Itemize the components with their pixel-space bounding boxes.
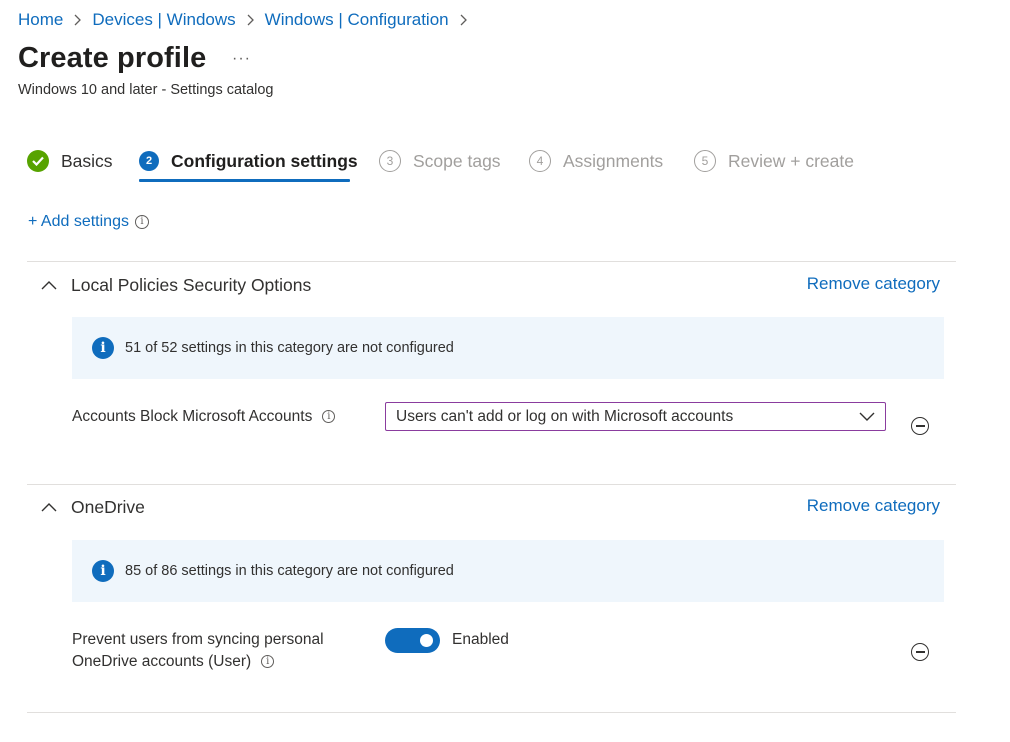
- chevron-down-icon: [859, 412, 875, 421]
- remove-category-button[interactable]: Remove category: [807, 496, 940, 516]
- remove-category-button[interactable]: Remove category: [807, 274, 940, 294]
- chevron-right-icon: [74, 14, 82, 26]
- toggle-state-label: Enabled: [452, 631, 509, 648]
- step-scope-tags[interactable]: 3 Scope tags: [379, 146, 501, 176]
- step-basics[interactable]: Basics: [27, 146, 113, 176]
- divider: [27, 484, 956, 485]
- chevron-up-icon: [41, 281, 57, 290]
- info-icon: i: [92, 337, 114, 359]
- breadcrumb-devices-windows[interactable]: Devices | Windows: [92, 10, 235, 30]
- category-name: OneDrive: [71, 496, 145, 517]
- page-subtitle: Windows 10 and later - Settings catalog: [18, 82, 274, 98]
- step-number: 2: [139, 151, 159, 171]
- divider: [27, 261, 956, 262]
- step-assignments[interactable]: 4 Assignments: [529, 146, 663, 176]
- dropdown-value: Users can't add or log on with Microsoft…: [396, 407, 734, 425]
- step-configuration-settings[interactable]: 2 Configuration settings: [139, 146, 358, 176]
- setting-label: Accounts Block Microsoft Accounts i: [72, 406, 336, 428]
- setting-label-line2: OneDrive accounts (User): [72, 653, 252, 670]
- step-review-create[interactable]: 5 Review + create: [694, 146, 854, 176]
- chevron-up-icon: [41, 503, 57, 512]
- active-step-underline: [139, 179, 350, 182]
- info-icon[interactable]: i: [134, 215, 149, 229]
- step-label: Scope tags: [413, 150, 501, 171]
- setting-label-line1: Prevent users from syncing personal: [72, 631, 324, 648]
- setting-label-text: Accounts Block Microsoft Accounts: [72, 408, 313, 425]
- step-label: Assignments: [563, 150, 664, 171]
- breadcrumb-windows-configuration[interactable]: Windows | Configuration: [265, 10, 449, 30]
- page-title: Create profile: [18, 42, 207, 74]
- step-label: Review + create: [728, 150, 854, 171]
- info-icon: i: [92, 560, 114, 582]
- chevron-right-icon: [460, 14, 467, 26]
- category-header-local-policies[interactable]: Local Policies Security Options: [41, 272, 311, 298]
- breadcrumb-home[interactable]: Home: [18, 10, 63, 30]
- step-number: 5: [694, 150, 716, 172]
- step-label: Configuration settings: [171, 150, 358, 171]
- step-number: 4: [529, 150, 551, 172]
- add-settings-link[interactable]: + Add settings i: [28, 213, 149, 231]
- info-icon[interactable]: i: [322, 410, 336, 424]
- info-bar: i 51 of 52 settings in this category are…: [72, 317, 944, 379]
- category-name: Local Policies Security Options: [71, 274, 312, 295]
- remove-setting-button[interactable]: [911, 417, 929, 435]
- add-settings-label: + Add settings: [28, 213, 129, 230]
- checkmark-icon: [27, 150, 49, 172]
- info-text: 51 of 52 settings in this category are n…: [125, 340, 454, 356]
- toggle-knob: [420, 634, 433, 647]
- more-options-button[interactable]: ···: [232, 50, 251, 68]
- breadcrumb: Home Devices | Windows Windows | Configu…: [18, 9, 478, 31]
- category-header-onedrive[interactable]: OneDrive: [41, 494, 145, 520]
- divider: [27, 712, 956, 713]
- info-bar: i 85 of 86 settings in this category are…: [72, 540, 944, 602]
- step-number: 3: [379, 150, 401, 172]
- step-label: Basics: [61, 150, 113, 171]
- accounts-block-dropdown[interactable]: Users can't add or log on with Microsoft…: [385, 402, 886, 431]
- info-text: 85 of 86 settings in this category are n…: [125, 563, 454, 579]
- sync-toggle[interactable]: [385, 628, 440, 653]
- info-icon[interactable]: i: [261, 655, 275, 669]
- remove-setting-button[interactable]: [911, 643, 929, 661]
- chevron-right-icon: [247, 14, 254, 26]
- setting-label: Prevent users from syncing personal OneD…: [72, 629, 324, 673]
